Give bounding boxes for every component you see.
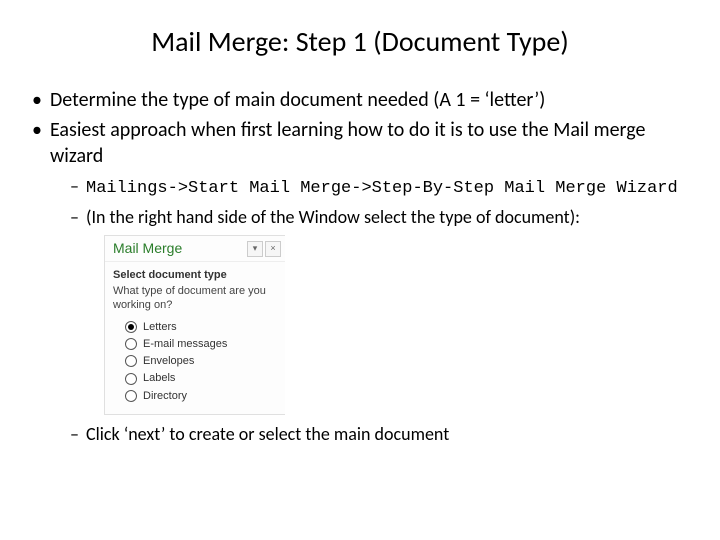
sub-bullet-text: (In the right hand side of the Window se… xyxy=(86,206,580,228)
option-label: E-mail messages xyxy=(143,337,227,351)
option-label: Letters xyxy=(143,320,177,334)
sub-bullet-text: Click ‘next’ to create or select the mai… xyxy=(86,423,449,445)
radio-icon xyxy=(125,338,137,350)
radio-icon xyxy=(125,321,137,333)
pane-title: Mail Merge xyxy=(113,239,182,257)
option-envelopes[interactable]: Envelopes xyxy=(125,354,285,368)
pane-dropdown-button[interactable]: ▾ xyxy=(247,241,263,257)
option-directory[interactable]: Directory xyxy=(125,389,285,403)
slide: Mail Merge: Step 1 (Document Type) Deter… xyxy=(0,0,720,540)
slide-title: Mail Merge: Step 1 (Document Type) xyxy=(30,24,690,59)
chevron-down-icon: ▾ xyxy=(253,243,258,253)
pane-section-title: Select document type xyxy=(105,262,285,284)
option-label: Labels xyxy=(143,371,175,385)
bullet-text: Determine the type of main document need… xyxy=(50,88,545,112)
radio-icon xyxy=(125,390,137,402)
option-labels[interactable]: Labels xyxy=(125,371,285,385)
radio-icon xyxy=(125,373,137,385)
sub-bullet-item: Mailings->Start Mail Merge->Step-By-Step… xyxy=(70,175,690,200)
bullet-item: Easiest approach when first learning how… xyxy=(32,117,690,446)
option-letters[interactable]: Letters xyxy=(125,320,285,334)
sub-bullet-list: Mailings->Start Mail Merge->Step-By-Step… xyxy=(50,175,690,446)
sub-bullet-item: (In the right hand side of the Window se… xyxy=(70,206,690,415)
bullet-item: Determine the type of main document need… xyxy=(32,87,690,113)
option-label: Envelopes xyxy=(143,354,194,368)
mail-merge-pane-screenshot: Mail Merge ▾ × Select document type What… xyxy=(104,235,690,415)
close-icon: × xyxy=(270,243,275,253)
option-email-messages[interactable]: E-mail messages xyxy=(125,337,285,351)
bullet-list: Determine the type of main document need… xyxy=(30,87,690,446)
menu-path-text: Mailings->Start Mail Merge->Step-By-Step… xyxy=(86,179,678,198)
mail-merge-pane: Mail Merge ▾ × Select document type What… xyxy=(104,235,285,415)
radio-icon xyxy=(125,355,137,367)
pane-close-button[interactable]: × xyxy=(265,241,281,257)
option-label: Directory xyxy=(143,389,187,403)
pane-header: Mail Merge ▾ × xyxy=(105,236,285,261)
pane-question: What type of document are you working on… xyxy=(105,284,285,317)
pane-header-controls: ▾ × xyxy=(247,241,281,257)
document-type-options: Letters E-mail messages Envelopes xyxy=(105,320,285,414)
bullet-text: Easiest approach when first learning how… xyxy=(50,118,645,168)
sub-bullet-item: Click ‘next’ to create or select the mai… xyxy=(70,423,690,446)
